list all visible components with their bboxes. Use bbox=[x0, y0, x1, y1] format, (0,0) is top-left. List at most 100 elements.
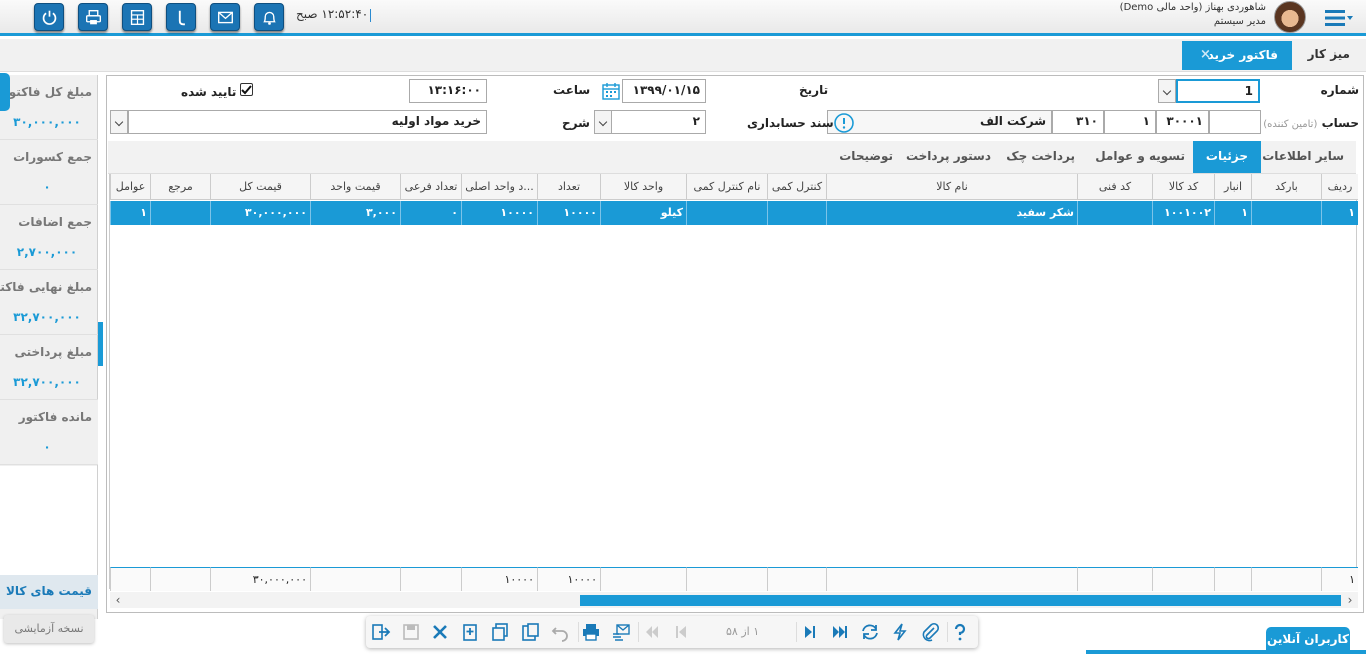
date-input[interactable]: ۱۳۹۹/۰۱/۱۵ bbox=[622, 79, 706, 103]
first-record-icon[interactable] bbox=[641, 620, 663, 644]
tab-settlement[interactable]: تسویه و عوامل bbox=[1095, 141, 1185, 173]
scroll-left-arrow-icon[interactable]: ‹ bbox=[112, 593, 124, 607]
table-cell[interactable] bbox=[686, 201, 767, 225]
help-icon[interactable] bbox=[950, 620, 972, 644]
summary-final: مبلغ نهایی فاکتور ۳۲,۷۰۰,۰۰۰ bbox=[0, 270, 98, 335]
tab-desk[interactable]: میز کار bbox=[1308, 47, 1350, 61]
tab-payment-order[interactable]: دستور پرداخت bbox=[906, 141, 991, 173]
scroll-right-arrow-icon[interactable]: › bbox=[1344, 593, 1356, 607]
tab-details[interactable]: جزئیات bbox=[1192, 141, 1261, 173]
col-header[interactable]: انبار bbox=[1214, 174, 1251, 200]
summary-total: مبلغ کل فاکتور ۳۰,۰۰۰,۰۰۰ bbox=[0, 75, 98, 140]
col-header[interactable]: بارکد bbox=[1251, 174, 1321, 200]
print-icon[interactable] bbox=[581, 620, 603, 644]
col-header[interactable]: تعداد فرعی bbox=[400, 174, 461, 200]
tab-notes[interactable]: توضیحات bbox=[839, 141, 893, 173]
col-header[interactable]: کد کالا bbox=[1152, 174, 1214, 200]
close-icon[interactable]: × bbox=[1200, 47, 1211, 62]
refresh-icon[interactable] bbox=[860, 620, 882, 644]
exit-icon[interactable] bbox=[371, 620, 393, 644]
copy-icon[interactable] bbox=[490, 620, 512, 644]
save-icon[interactable] bbox=[401, 620, 423, 644]
table-cell[interactable]: ۱۰۰۱۰۰۲ bbox=[1152, 201, 1214, 225]
lightning-icon[interactable] bbox=[890, 620, 912, 644]
table-cell[interactable]: ۱۰۰۰۰ bbox=[537, 201, 600, 225]
col-header[interactable]: واحد کالا bbox=[600, 174, 686, 200]
col-header[interactable]: کنترل کمی bbox=[767, 174, 826, 200]
table-cell[interactable]: ۱ bbox=[110, 201, 150, 225]
description-input[interactable]: خرید مواد اولیه bbox=[128, 110, 487, 134]
account-code-1[interactable]: ۳۰۰۰۱ bbox=[1156, 110, 1209, 134]
account-code-2[interactable]: ۱ bbox=[1104, 110, 1156, 134]
col-header[interactable]: تعداد bbox=[537, 174, 600, 200]
summary-total-label: مبلغ کل فاکتور bbox=[1, 85, 92, 99]
col-header[interactable]: نام کنترل کمی bbox=[686, 174, 767, 200]
account-code-3[interactable]: ۳۱۰ bbox=[1052, 110, 1104, 134]
demo-version-button[interactable]: نسخه آزمایشی bbox=[4, 615, 94, 643]
table-cell[interactable] bbox=[767, 201, 826, 225]
table-cell[interactable]: ۱ bbox=[1214, 201, 1251, 225]
undo-icon[interactable] bbox=[550, 620, 572, 644]
number-input[interactable]: 1 bbox=[1176, 79, 1260, 103]
description-code[interactable]: ۲ bbox=[611, 110, 706, 134]
summary-final-label: مبلغ نهایی فاکتور bbox=[0, 280, 92, 294]
item-prices-button[interactable]: قیمت های کالا bbox=[0, 575, 98, 609]
description-code-dropdown[interactable] bbox=[594, 110, 612, 134]
col-header[interactable]: ...د واحد اصلی bbox=[461, 174, 537, 200]
toolbar-divider bbox=[638, 622, 639, 642]
col-header[interactable]: مرجع bbox=[150, 174, 210, 200]
footer-cell bbox=[1214, 567, 1251, 591]
table-cell[interactable]: شکر سفید bbox=[826, 201, 1077, 225]
calendar-icon[interactable] bbox=[601, 81, 621, 101]
tab-other-info[interactable]: سایر اطلاعات bbox=[1262, 141, 1344, 173]
attachment-icon[interactable] bbox=[920, 620, 942, 644]
online-users-button[interactable]: کاربران آنلاین bbox=[1266, 627, 1350, 651]
power-icon[interactable] bbox=[34, 3, 64, 31]
calculator-icon[interactable] bbox=[122, 3, 152, 31]
horizontal-scrollbar[interactable]: ‹ › bbox=[110, 592, 1358, 608]
previous-record-icon[interactable] bbox=[671, 620, 693, 644]
account-code-blank[interactable] bbox=[1209, 110, 1261, 134]
table-cell[interactable]: ۱۰۰۰۰ bbox=[461, 201, 537, 225]
table-cell[interactable] bbox=[1077, 201, 1152, 225]
table-cell[interactable]: ۳۰,۰۰۰,۰۰۰ bbox=[210, 201, 310, 225]
paste-icon[interactable] bbox=[520, 620, 542, 644]
delete-icon[interactable] bbox=[430, 620, 452, 644]
invoice-form: شماره 1 تاریخ ۱۳۹۹/۰۱/۱۵ ساعت ۱۳:۱۶:۰۰ ت… bbox=[106, 75, 1364, 613]
next-record-icon[interactable] bbox=[800, 620, 822, 644]
send-mail-icon[interactable] bbox=[611, 620, 633, 644]
col-header[interactable]: قیمت واحد bbox=[310, 174, 400, 200]
table-cell[interactable]: ۰ bbox=[400, 201, 461, 225]
printer-icon[interactable] bbox=[78, 3, 108, 31]
table-cell[interactable]: ۳,۰۰۰ bbox=[310, 201, 400, 225]
new-record-icon[interactable] bbox=[460, 620, 482, 644]
col-header[interactable]: کد فنی bbox=[1077, 174, 1152, 200]
table-cell[interactable]: ۱ bbox=[1321, 201, 1358, 225]
summary-deductions-label: جمع کسورات bbox=[13, 150, 92, 164]
footer-cell bbox=[1077, 567, 1152, 591]
table-cell[interactable] bbox=[1251, 201, 1321, 225]
table-cell[interactable] bbox=[150, 201, 210, 225]
approved-checkbox[interactable] bbox=[240, 83, 253, 96]
last-record-icon[interactable] bbox=[830, 620, 852, 644]
number-dropdown[interactable] bbox=[1158, 79, 1176, 103]
mail-icon[interactable] bbox=[210, 3, 240, 31]
avatar[interactable] bbox=[1274, 1, 1306, 33]
time-input[interactable]: ۱۳:۱۶:۰۰ bbox=[409, 79, 487, 103]
col-header[interactable]: ردیف bbox=[1321, 174, 1358, 200]
description-dropdown[interactable] bbox=[110, 110, 128, 134]
table-cell[interactable]: کیلو bbox=[600, 201, 686, 225]
tab-check-payment[interactable]: پرداخت چک bbox=[1006, 141, 1075, 173]
panel-splitter[interactable] bbox=[98, 322, 103, 366]
panel-toggle-handle[interactable] bbox=[0, 73, 10, 111]
scrollbar-thumb[interactable] bbox=[580, 595, 1341, 606]
phone-icon[interactable] bbox=[166, 3, 196, 31]
col-header[interactable]: عوامل bbox=[110, 174, 150, 200]
hamburger-menu-icon[interactable] bbox=[1323, 8, 1355, 28]
footer-cell bbox=[686, 567, 767, 591]
info-icon[interactable] bbox=[833, 112, 855, 134]
col-header[interactable]: نام کالا bbox=[826, 174, 1077, 200]
bell-icon[interactable] bbox=[254, 3, 284, 31]
tab-purchase-invoice[interactable]: فاکتور خرید × bbox=[1182, 41, 1292, 70]
col-header[interactable]: قیمت کل bbox=[210, 174, 310, 200]
